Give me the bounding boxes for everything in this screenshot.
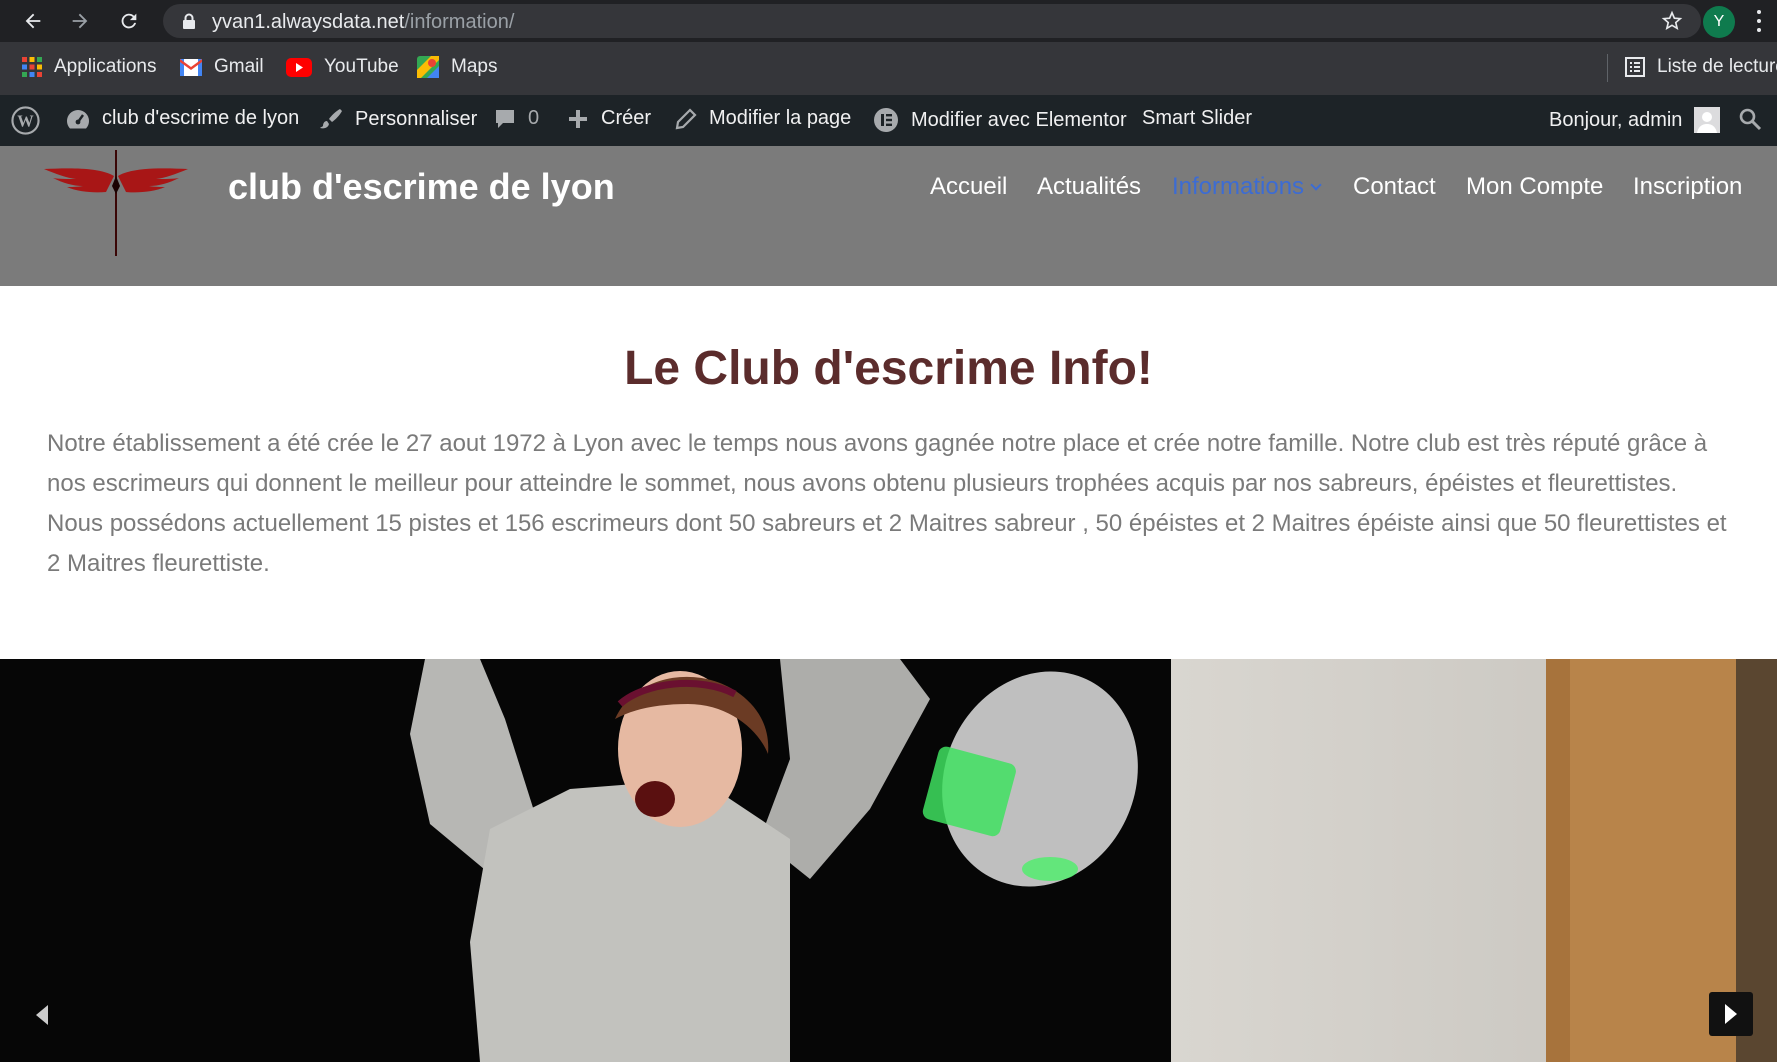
wp-site-name-label: club d'escrime de lyon — [102, 107, 300, 129]
menu-item-inscription[interactable]: Inscription — [1633, 173, 1742, 201]
search-icon — [1739, 108, 1762, 131]
bookmark-label: Applications — [54, 56, 157, 77]
bookmark-applications[interactable]: Applications — [22, 56, 156, 78]
bookmark-youtube[interactable]: YouTube — [286, 56, 399, 78]
bookmark-label: Maps — [451, 56, 498, 77]
reading-list-icon — [1625, 57, 1645, 77]
profile-avatar[interactable]: Y — [1703, 6, 1735, 38]
intro-paragraph: Notre établissement a été crée le 27 aou… — [47, 430, 1727, 577]
lock-icon — [183, 13, 195, 29]
elementor-icon — [874, 108, 898, 132]
address-bar[interactable]: yvan1.alwaysdata.net/information/ — [163, 4, 1701, 38]
browser-toolbar: yvan1.alwaysdata.net/information/ Y — [0, 0, 1777, 42]
wp-comments[interactable]: 0 — [494, 107, 539, 130]
menu-item-accueil[interactable]: Accueil — [930, 173, 1007, 201]
menu-item-actualites[interactable]: Actualités — [1037, 173, 1141, 201]
back-button[interactable] — [18, 6, 48, 36]
menu-item-informations-label: Informations — [1172, 173, 1305, 200]
menu-item-contact[interactable]: Contact — [1353, 173, 1436, 201]
chevron-down-icon — [1310, 179, 1322, 191]
image-slider[interactable] — [0, 659, 1777, 1062]
user-avatar-icon — [1694, 107, 1721, 133]
arrow-right-icon — [72, 13, 88, 29]
svg-text:W: W — [17, 111, 34, 130]
reload-button[interactable] — [114, 6, 144, 36]
forward-button[interactable] — [65, 6, 95, 36]
wp-greeting-label: Bonjour, admin — [1549, 108, 1683, 131]
triangle-right-icon — [1725, 1004, 1737, 1024]
paintbrush-icon — [320, 109, 342, 129]
slide-image-wall — [1171, 659, 1777, 1062]
wp-comments-count: 0 — [528, 107, 540, 129]
wp-search-button[interactable] — [1738, 107, 1762, 131]
triangle-left-icon — [36, 1005, 48, 1025]
maps-icon — [417, 56, 439, 78]
slide-image-fencer — [0, 659, 1171, 1062]
slider-next-button[interactable] — [1709, 992, 1753, 1036]
bookmark-gmail[interactable]: Gmail — [180, 56, 264, 78]
gmail-icon — [180, 58, 202, 76]
wp-edit-elementor-label: Modifier avec Elementor — [911, 108, 1127, 131]
bookmark-label: Gmail — [214, 56, 264, 77]
wp-new-label: Créer — [601, 107, 652, 129]
wp-admin-bar: W club d'escrime de lyon Personnaliser 0… — [0, 95, 1777, 146]
wp-edit-elementor[interactable]: Modifier avec Elementor — [873, 107, 1127, 133]
wp-edit-page[interactable]: Modifier la page — [675, 107, 851, 130]
pencil-icon — [675, 107, 697, 129]
wp-site-name[interactable]: club d'escrime de lyon — [66, 107, 299, 130]
url-text: yvan1.alwaysdata.net/information/ — [212, 11, 515, 33]
reading-list-label: Liste de lecture — [1657, 56, 1777, 77]
apps-grid-icon — [22, 57, 42, 77]
bookmark-star-icon[interactable] — [1661, 10, 1683, 32]
club-logo-icon[interactable] — [44, 146, 188, 256]
reading-list[interactable]: Liste de lecture — [1625, 56, 1777, 78]
menu-item-informations[interactable]: Informations — [1172, 173, 1322, 201]
plus-icon — [569, 109, 587, 128]
arrow-left-icon — [25, 13, 41, 29]
wp-new-content[interactable]: Créer — [567, 107, 651, 130]
menu-item-mon-compte[interactable]: Mon Compte — [1466, 173, 1603, 201]
wp-smart-slider-label: Smart Slider — [1142, 107, 1253, 129]
bookmark-label: YouTube — [324, 56, 399, 77]
reload-icon — [121, 13, 137, 29]
wordpress-icon: W — [11, 106, 40, 135]
bookmarks-bar: Applications Gmail YouTube Maps Liste de… — [0, 42, 1777, 95]
bookmark-maps[interactable]: Maps — [417, 56, 497, 78]
comment-bubble-icon — [496, 109, 514, 128]
site-header: club d'escrime de lyon Accueil Actualité… — [0, 146, 1777, 286]
dashboard-icon — [67, 109, 89, 128]
browser-menu-icon[interactable] — [1756, 10, 1762, 32]
site-title[interactable]: club d'escrime de lyon — [228, 166, 615, 208]
page-title: Le Club d'escrime Info! — [624, 342, 1153, 395]
wp-customize-label: Personnaliser — [355, 107, 478, 130]
wp-account[interactable]: Bonjour, admin — [1549, 107, 1721, 133]
slider-prev-button[interactable] — [20, 993, 64, 1037]
wp-customize[interactable]: Personnaliser — [319, 107, 477, 131]
bookmarks-divider — [1607, 54, 1608, 82]
youtube-icon — [286, 57, 312, 77]
wp-logo-button[interactable]: W — [11, 106, 40, 135]
wp-edit-page-label: Modifier la page — [709, 107, 852, 129]
wp-smart-slider[interactable]: Smart Slider — [1142, 107, 1252, 130]
